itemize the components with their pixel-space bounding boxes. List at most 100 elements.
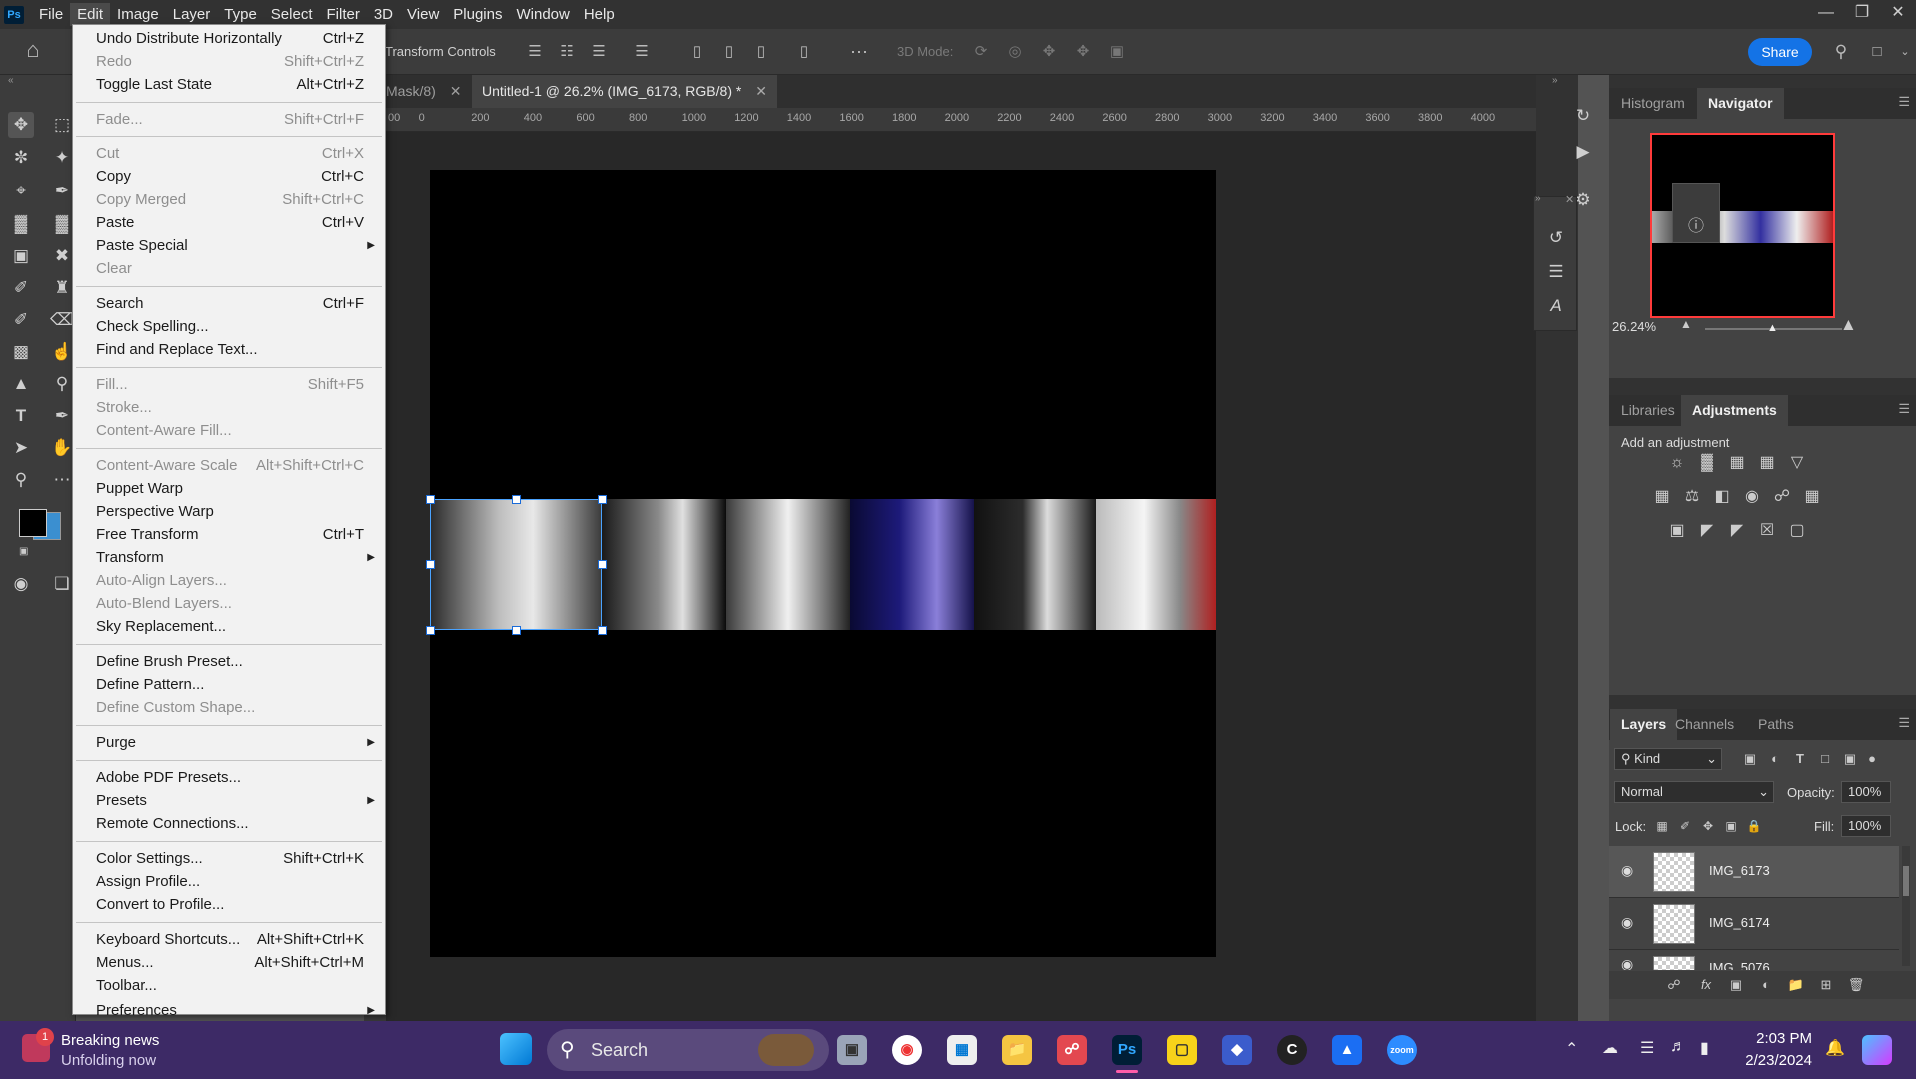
align-vertical-centers-icon[interactable]: ▯ (718, 41, 740, 63)
delete-layer-icon[interactable]: 🗑 (1845, 974, 1867, 996)
onedrive-icon[interactable]: ☁ (1602, 1038, 1618, 1058)
layer-filter-kind[interactable]: ⚲ Kind ⌄ (1614, 748, 1722, 770)
navigator-preview[interactable]: ⓘ (1650, 133, 1835, 318)
app-store-icon[interactable]: ▲ (1332, 1035, 1362, 1065)
lock-transparent-icon[interactable]: ▦ (1651, 815, 1673, 837)
menu-item-assign-profile[interactable]: Assign Profile... (73, 871, 385, 893)
tab-navigator[interactable]: Navigator (1697, 88, 1784, 119)
blend-mode-select[interactable]: Normal ⌄ (1614, 781, 1774, 803)
transform-handle[interactable] (512, 495, 521, 504)
menu-select[interactable]: Select (264, 3, 320, 26)
menu-item-perspective-warp[interactable]: Perspective Warp (73, 501, 385, 523)
tab-channels[interactable]: Channels (1664, 709, 1745, 740)
tab-close-icon[interactable]: ✕ (450, 83, 462, 99)
layers-scrollbar[interactable] (1902, 846, 1910, 966)
foreground-color-swatch[interactable] (19, 509, 47, 537)
align-right-edges-icon[interactable]: ☰ (588, 41, 610, 63)
share-button[interactable]: Share (1748, 38, 1812, 66)
curves-icon[interactable]: ▦ (1726, 452, 1748, 474)
news-subtitle[interactable]: Unfolding now (61, 1052, 156, 1069)
history-brush-icon[interactable]: ✐ (8, 307, 34, 333)
opacity-input[interactable]: 100% (1841, 781, 1891, 803)
filter-pixel-icon[interactable]: ▣ (1739, 748, 1761, 770)
black-white-icon[interactable]: ◧ (1711, 486, 1733, 508)
move-tool-icon[interactable]: ✥ (8, 112, 34, 138)
battery-icon[interactable]: ▮ (1700, 1038, 1709, 1058)
menu-item-define-pattern[interactable]: Define Pattern... (73, 674, 385, 696)
healing-brush-icon[interactable]: ▓ (8, 211, 34, 237)
document-canvas[interactable] (426, 170, 1216, 957)
distribute-icon[interactable]: ☰ (631, 41, 653, 63)
filter-type-icon[interactable]: T (1789, 748, 1811, 770)
scrollbar-thumb[interactable] (1903, 866, 1909, 896)
lock-image-icon[interactable]: ✐ (1674, 815, 1696, 837)
windows-start-icon[interactable] (500, 1033, 532, 1065)
lasso-tool-icon[interactable]: ✼ (8, 145, 34, 171)
restore-icon[interactable]: ❐ (1844, 0, 1880, 29)
brightness-contrast-icon[interactable]: ☼ (1666, 452, 1688, 474)
posterize-icon[interactable]: ◤ (1696, 520, 1718, 542)
gradient-map-icon[interactable]: ▢ (1786, 520, 1808, 542)
visibility-eye-icon[interactable]: ◉ (1621, 956, 1633, 970)
menu-file[interactable]: File (32, 3, 70, 26)
clock-date[interactable]: 2/23/2024 (1730, 1052, 1812, 1069)
visibility-eye-icon[interactable]: ◉ (1621, 862, 1633, 879)
layer-name[interactable]: IMG_6174 (1709, 915, 1770, 930)
menu-3d[interactable]: 3D (367, 3, 400, 26)
color-lookup-icon[interactable]: ▦ (1801, 486, 1823, 508)
hue-saturation-icon[interactable]: ▦ (1651, 486, 1673, 508)
align-bottom-edges-icon[interactable]: ▯ (750, 41, 772, 63)
photoshop-taskbar-icon[interactable]: Ps (1112, 1035, 1142, 1065)
photo-img-6174[interactable] (602, 499, 726, 630)
layer-style-icon[interactable]: fx (1695, 974, 1717, 996)
layer-name[interactable]: IMG_5076 (1709, 960, 1770, 970)
menu-item-color-settings[interactable]: Color Settings... Shift+Ctrl+K (73, 848, 385, 870)
type-tool-icon[interactable]: T (8, 403, 34, 429)
menu-item-transform[interactable]: Transform ▶ (73, 547, 385, 569)
search-highlight-image[interactable] (758, 1034, 814, 1066)
tab-mask[interactable]: Mask/8) ✕ (376, 75, 471, 108)
menu-view[interactable]: View (400, 3, 446, 26)
menu-item-undo[interactable]: Undo Distribute Horizontally Ctrl+Z (73, 28, 385, 50)
minimize-icon[interactable]: — (1808, 0, 1844, 29)
menu-item-check-spelling[interactable]: Check Spelling... (73, 316, 385, 338)
photo-img-5[interactable] (974, 499, 1096, 630)
filter-smart-object-icon[interactable]: ▣ (1839, 748, 1861, 770)
microsoft-store-icon[interactable]: ▦ (947, 1035, 977, 1065)
canvas-area[interactable] (386, 132, 1536, 1021)
history-brush-panel-icon[interactable]: ↻ (1570, 103, 1596, 129)
transform-handle[interactable] (426, 626, 435, 635)
default-colors-icon[interactable]: ▣ (19, 546, 28, 557)
menu-item-paste[interactable]: Paste Ctrl+V (73, 212, 385, 234)
exposure-icon[interactable]: ▦ (1756, 452, 1778, 474)
quick-mask-icon[interactable]: ◉ (8, 571, 34, 597)
frame-tool-icon[interactable]: ▣ (8, 243, 34, 269)
transform-handle[interactable] (598, 495, 607, 504)
close-panel-icon[interactable]: ✕ (1565, 193, 1574, 206)
menu-item-menus[interactable]: Menus... Alt+Shift+Ctrl+M (73, 952, 385, 974)
transform-handle[interactable] (598, 560, 607, 569)
wifi-icon[interactable]: ☰ (1640, 1038, 1654, 1058)
chevron-down-icon[interactable]: ⌄ (1894, 41, 1916, 63)
filter-toggle-icon[interactable]: ● (1861, 748, 1883, 770)
menu-help[interactable]: Help (577, 3, 622, 26)
gradient-tool-icon[interactable]: ▩ (8, 339, 34, 365)
notification-bell-icon[interactable]: 🔔 (1825, 1038, 1845, 1058)
menu-layer[interactable]: Layer (166, 3, 218, 26)
new-layer-icon[interactable]: ⊞ (1815, 974, 1837, 996)
new-group-icon[interactable]: 📁 (1785, 974, 1807, 996)
brush-tool-icon[interactable]: ✐ (8, 275, 34, 301)
align-top-edges-icon[interactable]: ▯ (686, 41, 708, 63)
zoom-in-icon[interactable]: ▲ (1840, 315, 1857, 335)
lock-position-icon[interactable]: ✥ (1697, 815, 1719, 837)
distribute-vertical-icon[interactable]: ▯ (793, 41, 815, 63)
zoom-slider-thumb[interactable]: ▲ (1767, 322, 1778, 334)
visibility-eye-icon[interactable]: ◉ (1621, 914, 1633, 931)
menu-item-puppet-warp[interactable]: Puppet Warp (73, 478, 385, 500)
tab-paths[interactable]: Paths (1747, 709, 1805, 740)
creative-cloud-icon[interactable]: ☍ (1057, 1035, 1087, 1065)
expand-icon[interactable]: » (1535, 193, 1541, 204)
news-title[interactable]: Breaking news (61, 1032, 159, 1049)
tab-adjustments[interactable]: Adjustments (1681, 395, 1788, 426)
navigator-zoom-value[interactable]: 26.24% (1612, 319, 1656, 334)
